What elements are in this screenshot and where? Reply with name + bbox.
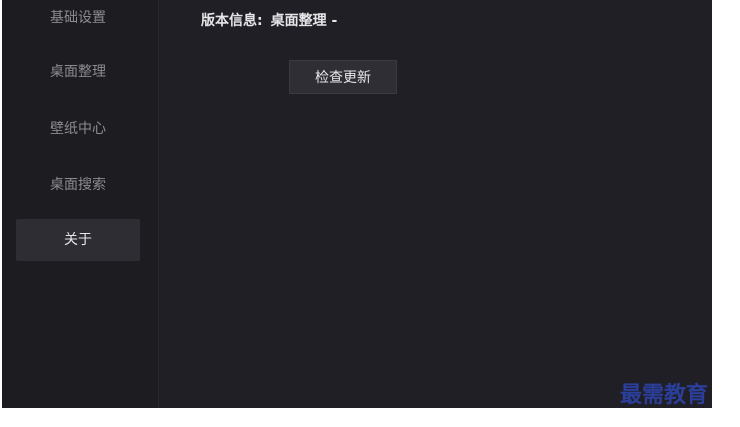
settings-window: 基础设置 桌面整理 壁纸中心 桌面搜索 关于 版本信息: 桌面整理 - 检查更新 [2,0,712,408]
version-info: 版本信息: 桌面整理 - [201,10,345,30]
sidebar-item-about[interactable]: 关于 [16,219,140,261]
version-label: 版本信息: [201,13,263,29]
sidebar-nav: 基础设置 桌面整理 壁纸中心 桌面搜索 关于 [2,0,159,408]
check-update-button[interactable]: 检查更新 [289,60,397,94]
sidebar-item-wallpaper-center[interactable]: 壁纸中心 [16,108,140,150]
sidebar-item-basic-settings[interactable]: 基础设置 [16,0,140,39]
version-value: 桌面整理 - [270,13,338,29]
about-panel: 版本信息: 桌面整理 - 检查更新 [159,0,712,408]
sidebar-item-desktop-organize[interactable]: 桌面整理 [16,51,140,93]
sidebar-item-desktop-search[interactable]: 桌面搜索 [16,164,140,206]
watermark-logo: 最需教育 [620,382,709,408]
